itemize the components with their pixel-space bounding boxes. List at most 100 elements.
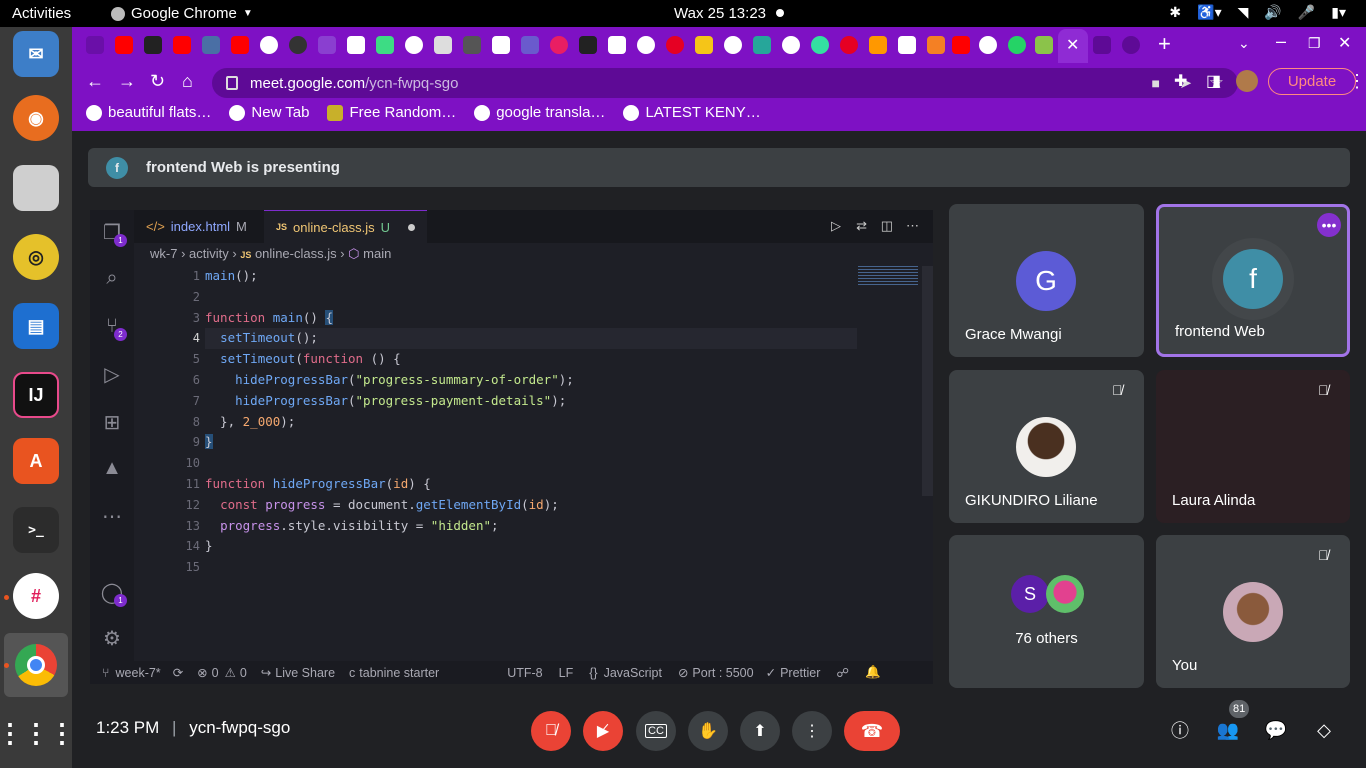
search-tab-icon[interactable]: [1122, 36, 1140, 54]
google-tab-icon[interactable]: [637, 36, 655, 54]
port-icon: ⊘: [677, 666, 689, 680]
participant-tile-frontend[interactable]: f frontend Web •••: [1156, 204, 1350, 357]
address-bar[interactable]: meet.google.com/ycn-fwpq-sgo ■ ➤ ☆: [212, 68, 1238, 98]
more-options-icon[interactable]: •••: [1317, 213, 1341, 237]
participant-tile-gikundiro[interactable]: 🎙̸ GIKUNDIRO Liliane: [949, 370, 1144, 523]
tab-favicon[interactable]: [521, 36, 539, 54]
rhythmbox-icon[interactable]: ◎: [13, 234, 59, 280]
tab-favicon[interactable]: [753, 36, 771, 54]
google-tab-icon[interactable]: [260, 36, 278, 54]
tripadvisor-tab-icon[interactable]: [811, 36, 829, 54]
more-options-button[interactable]: ⋮: [792, 711, 832, 751]
tab-favicon[interactable]: [289, 36, 307, 54]
lock-icon[interactable]: [226, 76, 238, 90]
new-tab-icon[interactable]: +: [1158, 31, 1171, 57]
profile-avatar[interactable]: [1236, 70, 1258, 92]
people-icon[interactable]: 👥: [1216, 718, 1240, 742]
bookmark-item[interactable]: LATEST KENY…: [623, 104, 761, 121]
files-icon[interactable]: [13, 165, 59, 211]
self-tile[interactable]: 🎙̸ You: [1156, 535, 1350, 688]
chat-icon[interactable]: 💬: [1264, 718, 1288, 742]
android-tab-icon[interactable]: [376, 36, 394, 54]
participant-avatar: f: [1223, 249, 1283, 309]
raise-hand-button[interactable]: ✋: [688, 711, 728, 751]
side-panel-icon[interactable]: ◨: [1206, 71, 1221, 91]
bookmark-item[interactable]: New Tab: [229, 104, 309, 121]
info-icon[interactable]: ⓘ: [1168, 718, 1192, 742]
bookmark-item[interactable]: Free Random…: [327, 104, 456, 121]
mic-toggle-button[interactable]: 🎙̸: [531, 711, 571, 751]
others-tile[interactable]: S 76 others: [949, 535, 1144, 688]
firefox-icon[interactable]: ◉: [13, 95, 59, 141]
tab-favicon[interactable]: [1093, 36, 1111, 54]
tab-favicon[interactable]: [695, 36, 713, 54]
intellij-icon[interactable]: IJ: [13, 372, 59, 418]
notification-dot-icon: [776, 9, 784, 17]
tab-favicon[interactable]: [318, 36, 336, 54]
close-tab-icon[interactable]: ✕: [1066, 35, 1079, 55]
youtube-tab-icon[interactable]: [173, 36, 191, 54]
google-tab-icon[interactable]: [405, 36, 423, 54]
close-window-icon[interactable]: ✕: [1338, 33, 1351, 53]
accessibility-icon[interactable]: ♿▾: [1197, 4, 1221, 21]
google-tab-icon[interactable]: [979, 36, 997, 54]
extensions-icon[interactable]: ✚: [1174, 71, 1187, 91]
whatsapp-tab-icon[interactable]: [1008, 36, 1026, 54]
tab-favicon[interactable]: [579, 36, 597, 54]
tab-search-icon[interactable]: ⌄: [1238, 35, 1250, 52]
pinterest-tab-icon[interactable]: [840, 36, 858, 54]
camera-blocked-icon[interactable]: ■: [1152, 75, 1160, 91]
maximize-icon[interactable]: ❐: [1308, 35, 1321, 52]
show-apps-icon[interactable]: ⋮⋮⋮: [0, 710, 75, 756]
home-icon[interactable]: ⌂: [182, 71, 193, 92]
clock[interactable]: Wax 25 13:23: [674, 5, 766, 22]
tab-favicon[interactable]: [898, 36, 916, 54]
update-button[interactable]: Update: [1268, 68, 1356, 95]
app-menu[interactable]: Google Chrome ▼: [111, 5, 253, 22]
bookmark-item[interactable]: google transla…: [474, 104, 605, 121]
tab-favicon[interactable]: [608, 36, 626, 54]
back-icon[interactable]: ←: [86, 71, 104, 92]
reload-icon[interactable]: ↻: [150, 71, 165, 92]
present-button[interactable]: ⬆: [740, 711, 780, 751]
youtube-tab-icon[interactable]: [231, 36, 249, 54]
tab-favicon[interactable]: [144, 36, 162, 54]
youtube-tab-icon[interactable]: [115, 36, 133, 54]
pinterest-tab-icon[interactable]: [666, 36, 684, 54]
split-editor-icon: ◫: [880, 218, 893, 233]
forward-icon[interactable]: →: [118, 71, 136, 92]
participant-tile-grace[interactable]: G Grace Mwangi: [949, 204, 1144, 357]
tab-favicon[interactable]: [202, 36, 220, 54]
bookmark-item[interactable]: beautiful flats…: [86, 104, 211, 121]
tab-favicon[interactable]: [86, 36, 104, 54]
system-tray[interactable]: ✱ ♿▾ ◥ 🔊 🎤 ▮▾: [1169, 4, 1346, 21]
browser-menu-icon[interactable]: ⋮: [1348, 71, 1366, 92]
captions-button[interactable]: CC: [636, 711, 676, 751]
people-count-badge: 81: [1229, 700, 1250, 718]
camera-toggle-button[interactable]: ▶̸: [583, 711, 623, 751]
libreoffice-impress-icon[interactable]: ▤: [13, 303, 59, 349]
gmail-tab-icon[interactable]: [347, 36, 365, 54]
thunderbird-icon[interactable]: ✉: [13, 31, 59, 77]
minimize-icon[interactable]: –: [1276, 31, 1286, 52]
slack-tray-icon[interactable]: ✱: [1169, 4, 1181, 21]
tab-favicon[interactable]: [1035, 36, 1053, 54]
google-tab-icon[interactable]: [782, 36, 800, 54]
tab-favicon[interactable]: [869, 36, 887, 54]
end-call-button[interactable]: ☎: [844, 711, 900, 751]
app-center-icon[interactable]: A: [13, 438, 59, 484]
tab-favicon[interactable]: [492, 36, 510, 54]
youtube-tab-icon[interactable]: [952, 36, 970, 54]
terminal-icon[interactable]: >_: [13, 507, 59, 553]
participant-tile-laura[interactable]: 🎙̸ Laura Alinda: [1156, 370, 1350, 523]
activities-button[interactable]: Activities: [12, 5, 71, 22]
shared-screen[interactable]: ❐ 1 ⌕ ⑂ 2 ▷ ⊞ ▲ ⋯ ◯ 1 ⚙ </> index.html M…: [90, 210, 933, 684]
google-tab-icon[interactable]: [724, 36, 742, 54]
stackoverflow-tab-icon[interactable]: [927, 36, 945, 54]
tab-favicon[interactable]: [550, 36, 568, 54]
slack-icon[interactable]: #: [13, 573, 59, 619]
chrome-dock-icon[interactable]: [4, 633, 68, 697]
tab-favicon[interactable]: [434, 36, 452, 54]
tab-favicon[interactable]: [463, 36, 481, 54]
activities-icon[interactable]: ◇: [1312, 718, 1336, 742]
